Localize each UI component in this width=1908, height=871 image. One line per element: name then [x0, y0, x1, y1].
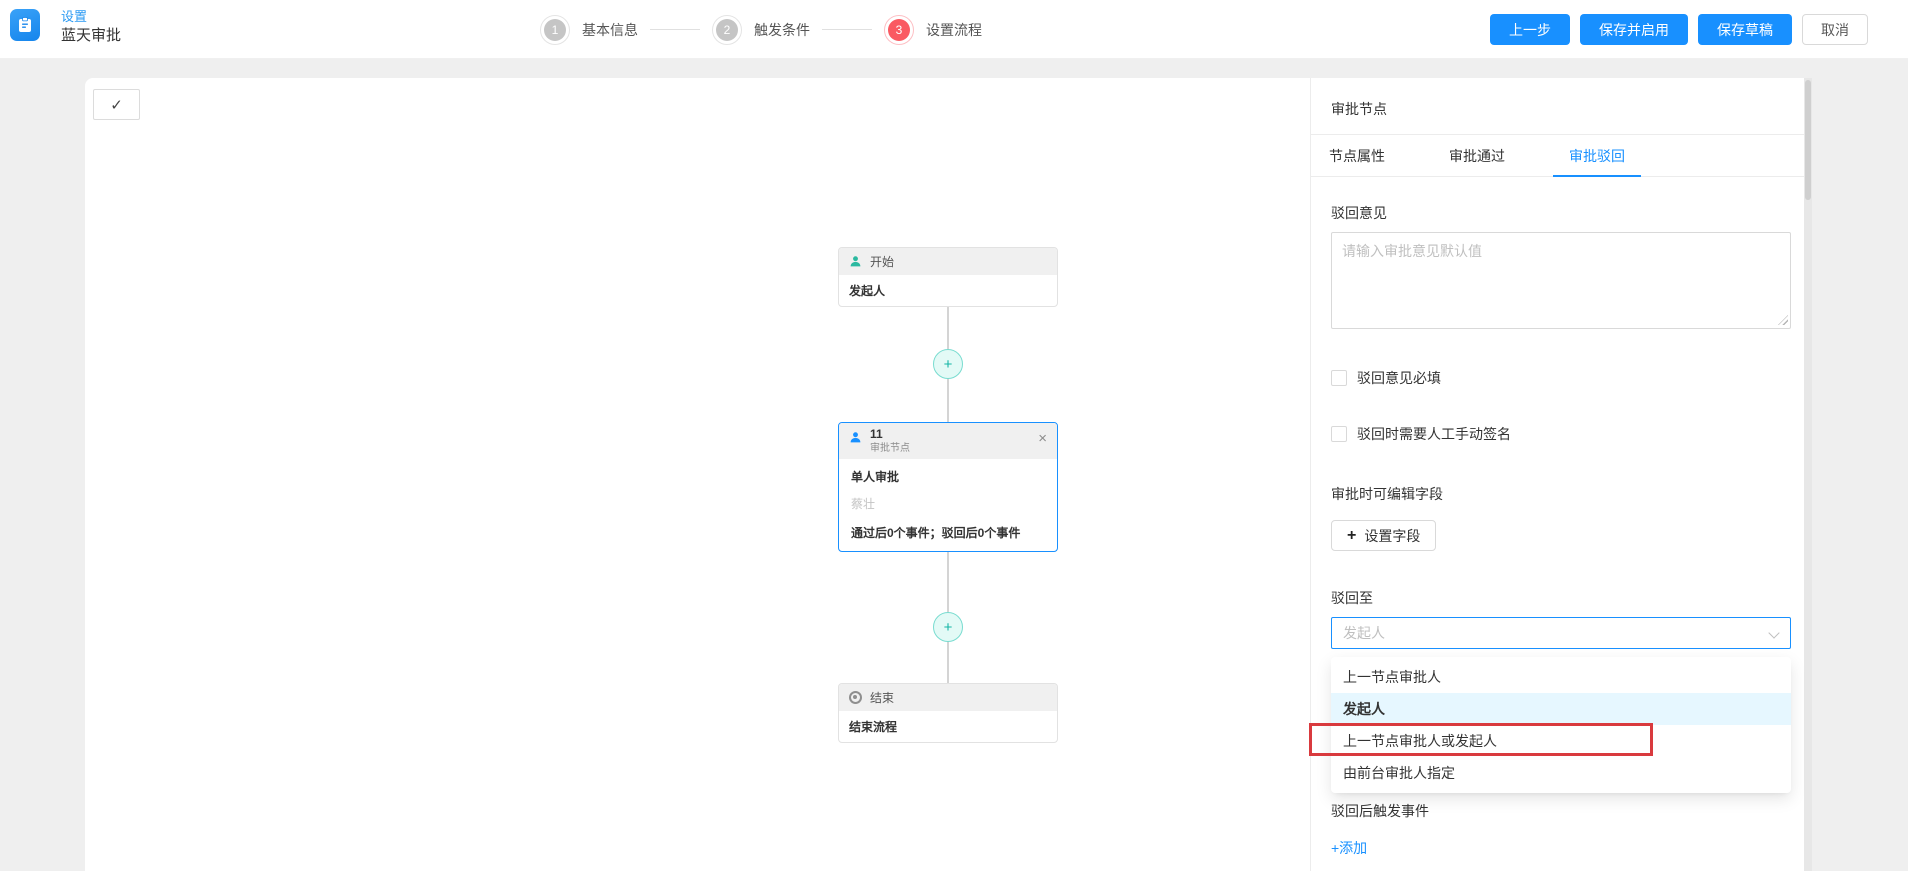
reject-to-label: 驳回至 [1331, 588, 1794, 608]
reject-to-dropdown: 上一节点审批人 发起人 上一节点审批人或发起人 由前台审批人指定 [1331, 657, 1791, 793]
approval-node-body: 单人审批 蔡壮 通过后0个事件；驳回后0个事件 [839, 459, 1057, 551]
flow-column: 开始 发起人 + 11 审批节点 × [838, 247, 1058, 743]
approval-node-id: 11 [870, 427, 883, 441]
dropdown-option-prev-approver-or-initiator[interactable]: 上一节点审批人或发起人 [1331, 725, 1791, 757]
step-connector [650, 29, 700, 30]
dropdown-option-frontend-approver-assign[interactable]: 由前台审批人指定 [1331, 757, 1791, 789]
node-settings-panel: 审批节点 节点属性 审批通过 审批驳回 驳回意见 驳回意见必填 驳回时需要人工手… [1310, 78, 1812, 871]
end-node-body: 结束流程 [839, 711, 1057, 742]
reject-opinion-required-checkbox[interactable]: 驳回意见必填 [1331, 368, 1794, 388]
prev-step-button[interactable]: 上一步 [1490, 14, 1570, 45]
end-node-header: 结束 [839, 684, 1057, 711]
flow-canvas[interactable]: ✓ 开始 发起人 + [85, 78, 1310, 871]
validate-flow-button[interactable]: ✓ [93, 89, 140, 120]
add-event-link[interactable]: +添加 [1331, 838, 1367, 858]
tab-approval-reject[interactable]: 审批驳回 [1553, 135, 1641, 176]
step-basic-info[interactable]: 1 基本信息 [540, 15, 638, 45]
wizard-steps: 1 基本信息 2 触发条件 3 设置流程 [540, 0, 982, 59]
top-header: 设置 蓝天审批 1 基本信息 2 触发条件 3 设置流程 上一步 保存并启用 [0, 0, 1908, 59]
approval-node[interactable]: 11 审批节点 × 单人审批 蔡壮 通过后0个事件；驳回后0个事件 [838, 422, 1058, 552]
settings-link[interactable]: 设置 [61, 9, 121, 25]
approval-mode: 单人审批 [851, 468, 1045, 485]
after-reject-events-label: 驳回后触发事件 [1331, 801, 1794, 821]
start-node[interactable]: 开始 发起人 [838, 247, 1058, 307]
plus-icon: + [944, 619, 953, 636]
plus-icon: + [944, 356, 953, 373]
checkbox-label: 驳回时需要人工手动签名 [1357, 424, 1511, 444]
checkbox-icon[interactable] [1331, 426, 1347, 442]
chevron-down-icon [1768, 627, 1779, 638]
step-trigger-condition[interactable]: 2 触发条件 [712, 15, 810, 45]
reject-to-selected-value: 发起人 [1343, 623, 1760, 643]
panel-tabs: 节点属性 审批通过 审批驳回 [1311, 135, 1812, 177]
manual-signature-checkbox[interactable]: 驳回时需要人工手动签名 [1331, 424, 1794, 444]
reject-opinion-label: 驳回意见 [1331, 203, 1794, 223]
end-node[interactable]: 结束 结束流程 [838, 683, 1058, 743]
tab-approval-pass[interactable]: 审批通过 [1433, 135, 1521, 176]
start-node-title: 开始 [870, 253, 894, 270]
approval-node-header: 11 审批节点 × [839, 423, 1057, 459]
person-icon [849, 431, 862, 447]
dropdown-option-prev-node-approver[interactable]: 上一节点审批人 [1331, 661, 1791, 693]
connector: + [838, 307, 1058, 422]
brand: 设置 蓝天审批 [10, 9, 121, 47]
step-1-label: 基本信息 [582, 20, 638, 40]
panel-scrollbar[interactable] [1804, 78, 1812, 871]
page-title: 蓝天审批 [61, 27, 121, 44]
scrollbar-thumb[interactable] [1805, 80, 1811, 200]
set-fields-button[interactable]: + 设置字段 [1331, 520, 1436, 551]
approval-assignee: 蔡壮 [851, 495, 1045, 512]
power-icon [849, 691, 862, 704]
close-icon[interactable]: × [1038, 431, 1047, 446]
add-node-button[interactable]: + [933, 612, 963, 642]
step-3-label: 设置流程 [926, 20, 982, 40]
end-node-title: 结束 [870, 689, 894, 706]
save-and-enable-button[interactable]: 保存并启用 [1580, 14, 1688, 45]
tab-node-properties[interactable]: 节点属性 [1313, 135, 1401, 176]
panel-title: 审批节点 [1331, 99, 1792, 119]
check-icon: ✓ [110, 96, 123, 114]
add-node-button[interactable]: + [933, 349, 963, 379]
cancel-button[interactable]: 取消 [1802, 14, 1868, 45]
step-setup-process[interactable]: 3 设置流程 [884, 15, 982, 45]
step-2-label: 触发条件 [754, 20, 810, 40]
connector: + [838, 552, 1058, 683]
approval-events-summary: 通过后0个事件；驳回后0个事件 [851, 524, 1045, 541]
reject-opinion-textarea[interactable] [1331, 232, 1791, 329]
dropdown-option-initiator[interactable]: 发起人 [1331, 693, 1791, 725]
step-2-circle: 2 [712, 15, 742, 45]
step-1-circle: 1 [540, 15, 570, 45]
plus-icon: + [1347, 527, 1356, 545]
save-draft-button[interactable]: 保存草稿 [1698, 14, 1792, 45]
step-3-circle: 3 [884, 15, 914, 45]
reject-to-select[interactable]: 发起人 [1331, 617, 1791, 649]
editable-fields-label: 审批时可编辑字段 [1331, 484, 1794, 504]
person-icon [849, 255, 862, 268]
start-node-header: 开始 [839, 248, 1057, 275]
step-connector [822, 29, 872, 30]
checkbox-icon[interactable] [1331, 370, 1347, 386]
checkbox-label: 驳回意见必填 [1357, 368, 1441, 388]
approval-node-type: 审批节点 [870, 442, 1038, 455]
start-node-body: 发起人 [839, 275, 1057, 306]
app-clipboard-icon [10, 9, 40, 41]
